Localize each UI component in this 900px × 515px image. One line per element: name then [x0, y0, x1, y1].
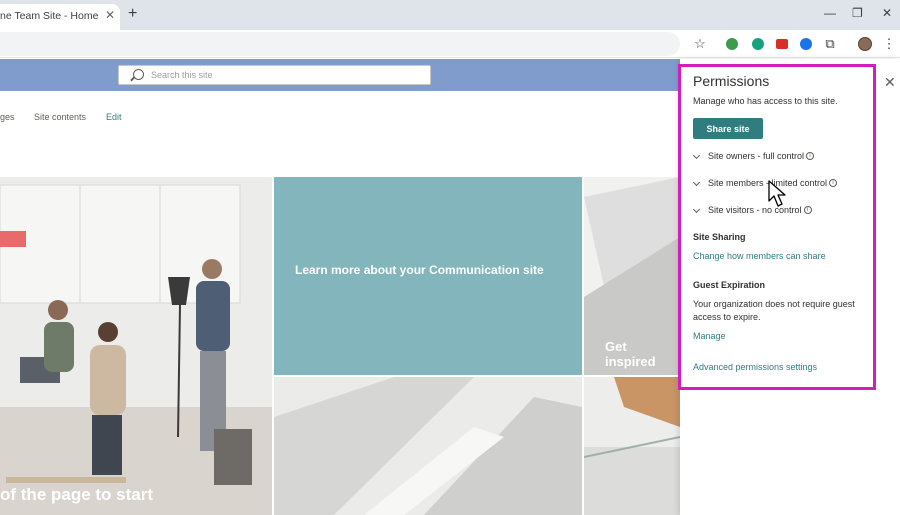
info-icon[interactable]: i	[806, 152, 815, 160]
hero-tile-caption: of the page to start	[0, 485, 154, 504]
permissions-description: Manage who has access to this site.	[693, 96, 838, 106]
guest-expiration-heading: Guest Expiration	[693, 280, 766, 290]
extensions-puzzle-icon[interactable]: ⧉	[822, 36, 838, 52]
site-sharing-heading: Site Sharing	[693, 232, 746, 242]
architecture-photo-illustration	[274, 377, 582, 515]
sharepoint-header-bar: Search this site	[0, 59, 680, 91]
nav-link-edit[interactable]: Edit	[106, 112, 122, 122]
extension-green-icon[interactable]	[724, 36, 740, 52]
nav-link-site-contents[interactable]: Site contents	[34, 112, 86, 122]
new-tab-button[interactable]: +	[128, 5, 137, 23]
extension-grammarly-icon[interactable]	[750, 36, 766, 52]
hero-tile-get-inspired[interactable]: Get inspired	[584, 177, 680, 375]
star-icon[interactable]: ☆	[692, 36, 708, 52]
group-label: Site owners - full control	[708, 151, 805, 161]
restore-button[interactable]: ❐	[852, 6, 863, 20]
search-icon	[133, 69, 144, 80]
browser-tab-active[interactable]: ne Team Site - Home ✕	[0, 4, 120, 30]
nav-link-pages[interactable]: ges	[0, 112, 15, 122]
manage-link[interactable]: Manage	[693, 331, 726, 341]
guest-expiration-text: Your organization does not require guest…	[693, 299, 855, 322]
minimize-button[interactable]: —	[824, 6, 836, 20]
chevron-down-icon	[692, 152, 701, 160]
atrium-photo-illustration	[584, 377, 680, 515]
address-bar[interactable]	[0, 32, 680, 56]
info-icon[interactable]: i	[803, 206, 812, 214]
group-site-visitors[interactable]: Site visitors - no control i	[692, 205, 812, 219]
permissions-title: Permissions	[693, 73, 770, 89]
more-menu-icon[interactable]: ⋮	[881, 36, 897, 52]
extension-red-icon[interactable]	[774, 36, 790, 52]
chevron-down-icon	[692, 179, 701, 187]
search-placeholder: Search this site	[151, 70, 213, 80]
group-site-owners[interactable]: Site owners - full control i	[692, 151, 815, 165]
tab-title: ne Team Site - Home	[0, 10, 99, 22]
office-photo-illustration	[0, 177, 272, 515]
profile-avatar[interactable]	[857, 36, 873, 52]
panel-close-icon[interactable]: ✕	[884, 74, 896, 91]
hero-tile-get-inspired-title: Get inspired	[605, 339, 656, 369]
chevron-down-icon	[692, 206, 701, 214]
hero-tile-atrium[interactable]	[584, 377, 680, 515]
tab-close-icon[interactable]: ✕	[105, 8, 115, 22]
hero-tile-office-photo[interactable]: of the page to start	[0, 177, 272, 515]
hero-tile-architecture[interactable]	[274, 377, 582, 515]
browser-tab-bar: ne Team Site - Home ✕ + — ❐ ✕	[0, 0, 900, 30]
share-site-button[interactable]: Share site	[693, 118, 763, 139]
hero-tile-communication[interactable]: Learn more about your Communication site	[274, 177, 582, 375]
search-input[interactable]: Search this site	[118, 65, 431, 85]
group-site-members[interactable]: Site members - limited control i	[692, 178, 838, 192]
advanced-permissions-link[interactable]: Advanced permissions settings	[693, 362, 817, 372]
info-icon[interactable]: i	[829, 179, 838, 187]
change-sharing-link[interactable]: Change how members can share	[693, 251, 826, 261]
window-close-button[interactable]: ✕	[882, 6, 892, 20]
hero-tile-communication-title: Learn more about your Communication site	[295, 263, 544, 277]
mouse-cursor-icon	[768, 180, 786, 207]
extension-blue-icon[interactable]	[798, 36, 814, 52]
browser-toolbar: ☆ ⧉ ⋮	[0, 30, 900, 58]
